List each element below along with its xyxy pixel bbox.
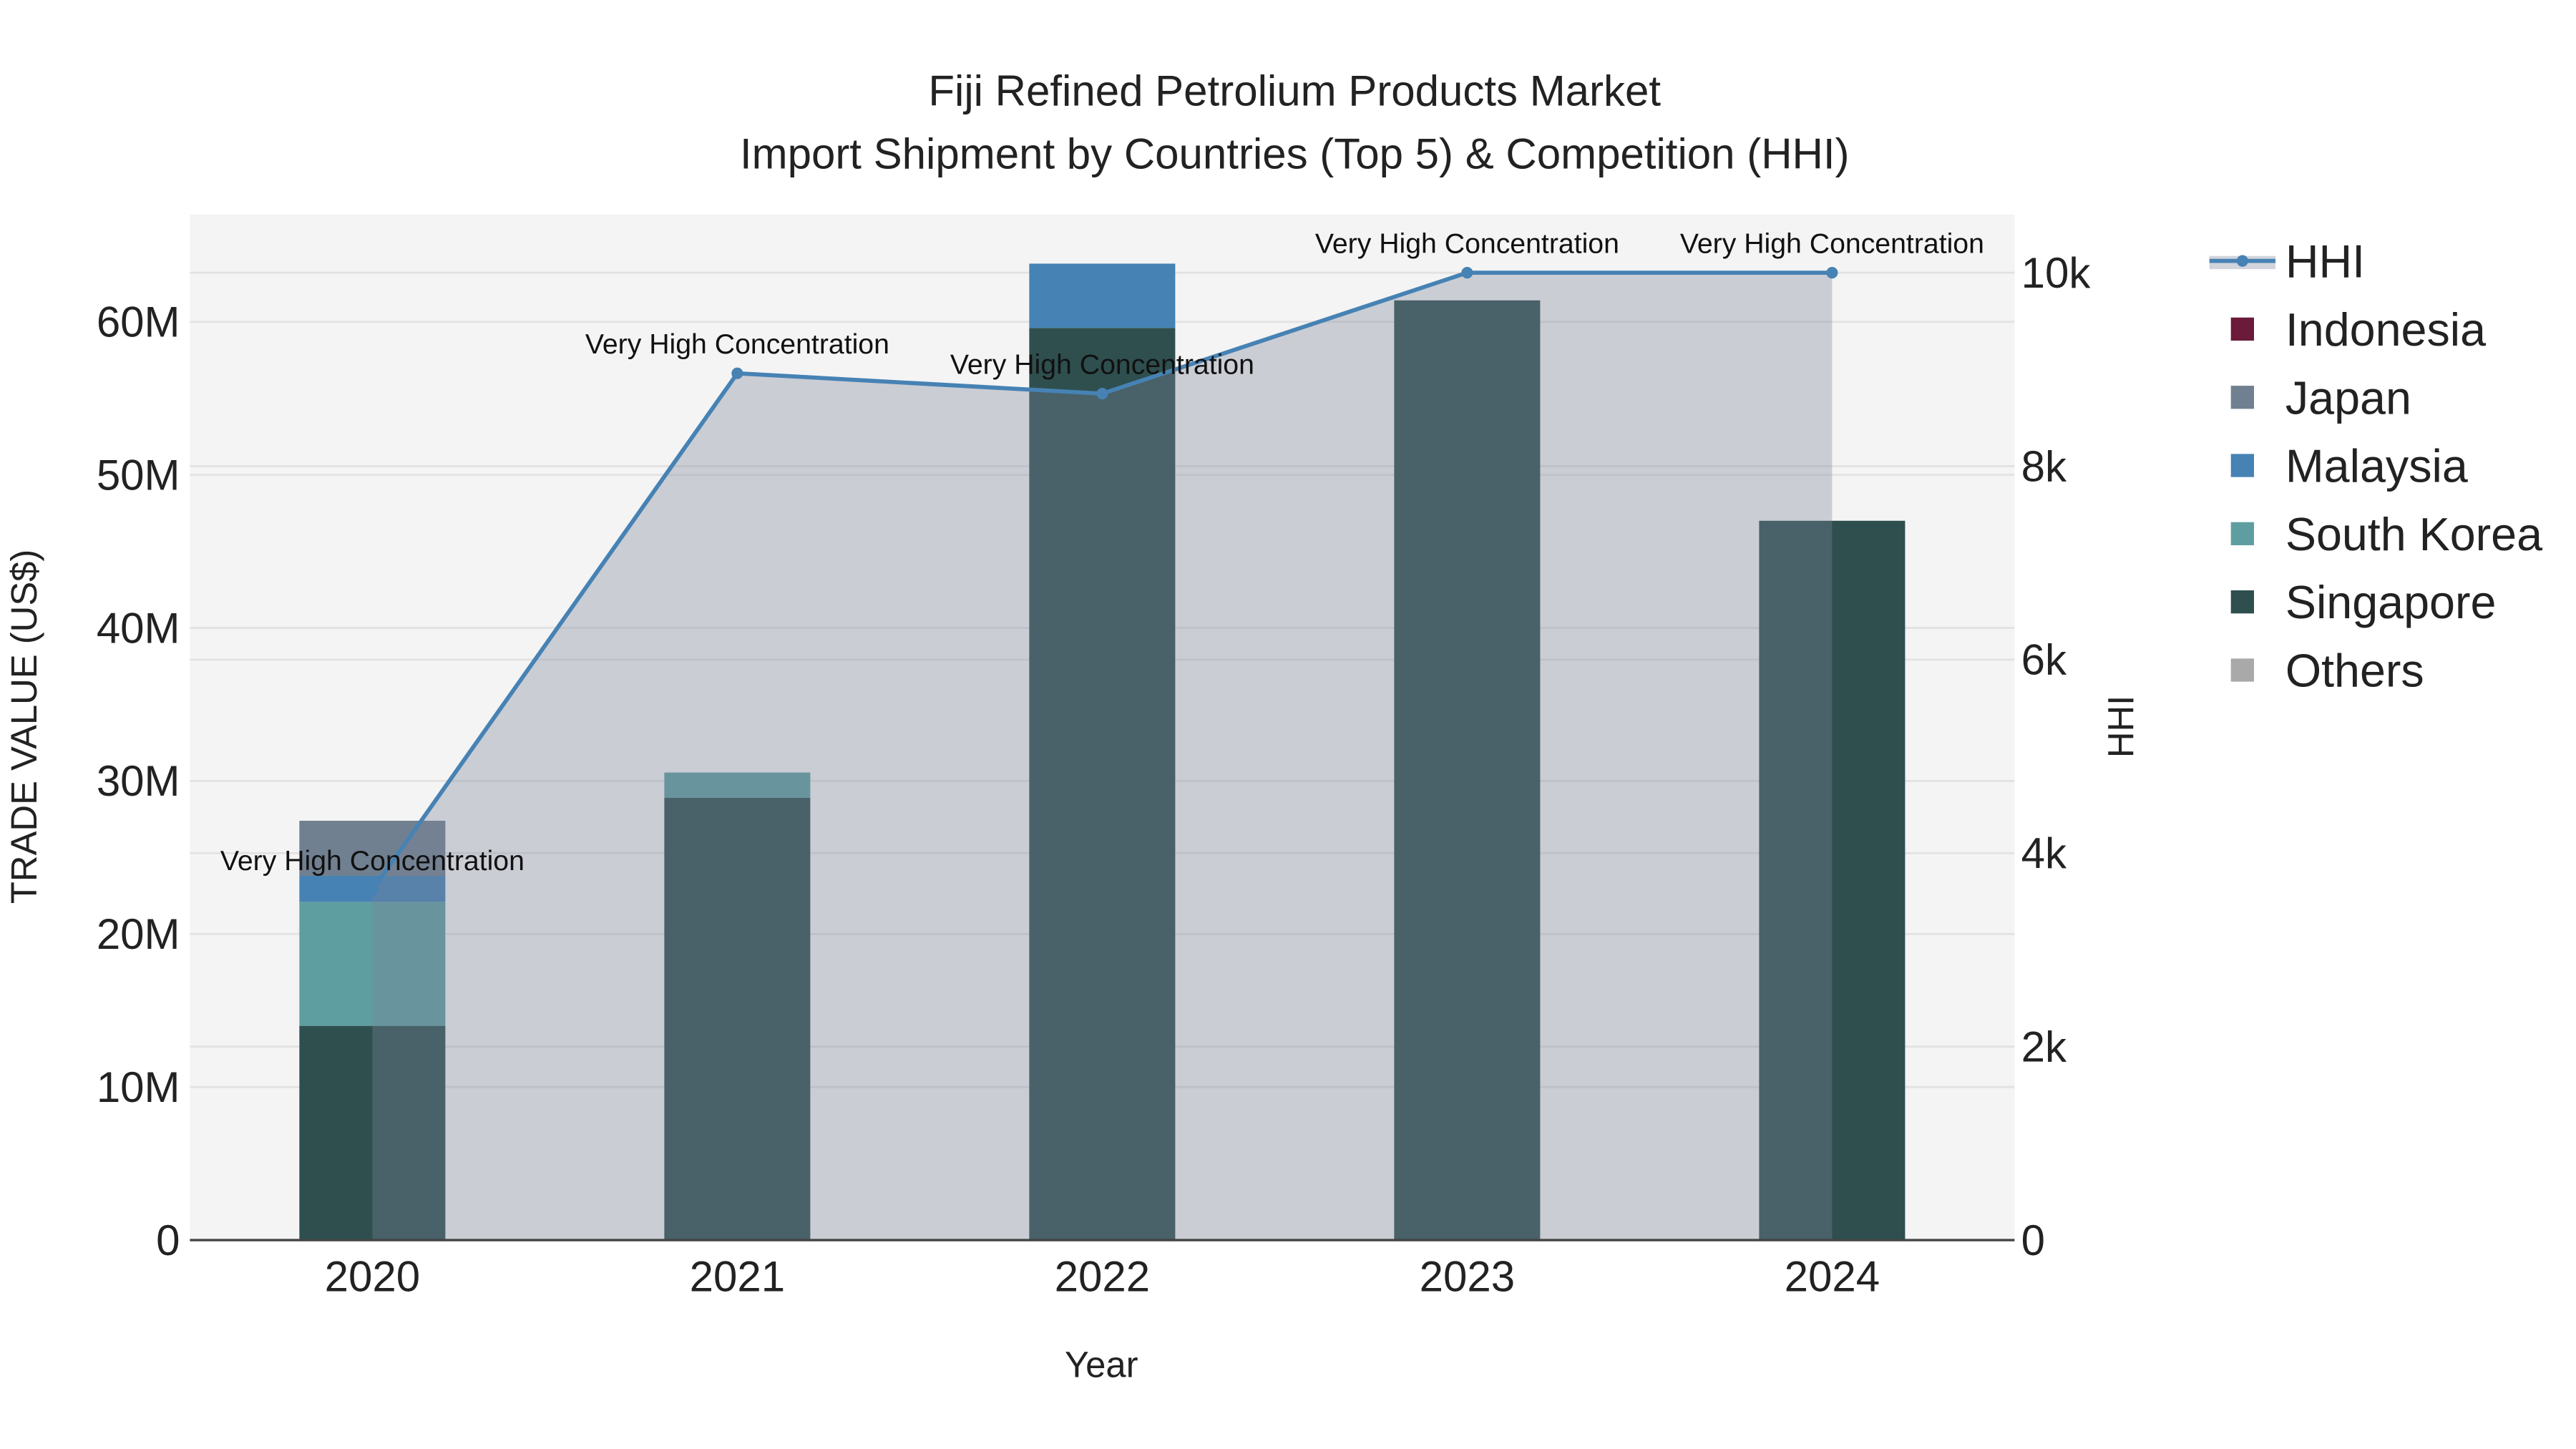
- chart-title: Fiji Refined Petrolium Products Market: [928, 67, 1661, 115]
- hhi-annotation: Very High Concentration: [1680, 228, 1984, 259]
- legend-swatch-south-korea: [2230, 522, 2254, 545]
- y2-tick-label: 2k: [2021, 1023, 2067, 1070]
- y2-tick-label: 8k: [2021, 442, 2067, 490]
- y-tick-label: 20M: [97, 910, 180, 958]
- chart: Fiji Refined Petrolium Products Market I…: [4, 67, 2542, 1385]
- legend-label: Singapore: [2285, 577, 2497, 628]
- hhi-annotation: Very High Concentration: [1315, 228, 1619, 259]
- x-tick-label: 2021: [690, 1253, 785, 1301]
- legend-swatch-malaysia: [2230, 454, 2254, 477]
- y2-tick-label: 10k: [2021, 249, 2092, 297]
- legend-label: Others: [2285, 645, 2424, 697]
- hhi-point: [366, 884, 379, 896]
- hhi-point: [1461, 267, 1473, 279]
- hhi-annotation: Very High Concentration: [950, 348, 1254, 380]
- x-tick-label: 2022: [1055, 1253, 1150, 1301]
- y2-axis-label: HHI: [2101, 696, 2142, 758]
- legend-swatch-others: [2230, 658, 2254, 682]
- y2-tick-label: 0: [2021, 1216, 2045, 1264]
- x-tick-label: 2020: [325, 1253, 420, 1301]
- legend-swatch-japan: [2230, 386, 2254, 409]
- x-tick-label: 2023: [1420, 1253, 1515, 1301]
- legend-label: Malaysia: [2285, 441, 2468, 492]
- chart-subtitle: Import Shipment by Countries (Top 5) & C…: [740, 130, 1850, 177]
- legend-label: Japan: [2285, 372, 2411, 424]
- bar-malaysia: [1029, 263, 1176, 328]
- y-axis-label: TRADE VALUE (US$): [4, 550, 44, 904]
- hhi-point: [1826, 267, 1838, 279]
- hhi-annotation: Very High Concentration: [585, 328, 889, 360]
- legend: HHI Indonesia Japan Malaysia South Korea Sing…: [2209, 236, 2542, 697]
- x-axis-label: Year: [1065, 1345, 1138, 1385]
- y2-tick-label: 4k: [2021, 829, 2067, 877]
- y-tick-label: 0: [156, 1216, 180, 1264]
- hhi-point: [1096, 388, 1108, 400]
- legend-label: HHI: [2285, 236, 2365, 288]
- y-tick-label: 50M: [97, 451, 180, 499]
- y-tick-label: 10M: [97, 1063, 180, 1111]
- legend-label: South Korea: [2285, 509, 2542, 560]
- x-tick-label: 2024: [1785, 1253, 1880, 1301]
- hhi-annotation: Very High Concentration: [220, 845, 525, 877]
- y-tick-label: 40M: [97, 604, 180, 652]
- legend-swatch-singapore: [2230, 590, 2254, 614]
- legend-marker-hhi: [2236, 255, 2248, 267]
- legend-swatch-indonesia: [2230, 317, 2254, 341]
- hhi-point: [731, 367, 743, 379]
- y-tick-label: 30M: [97, 757, 180, 805]
- legend-label: Indonesia: [2285, 304, 2486, 356]
- y-tick-label: 60M: [97, 298, 180, 346]
- y2-tick-label: 6k: [2021, 636, 2067, 684]
